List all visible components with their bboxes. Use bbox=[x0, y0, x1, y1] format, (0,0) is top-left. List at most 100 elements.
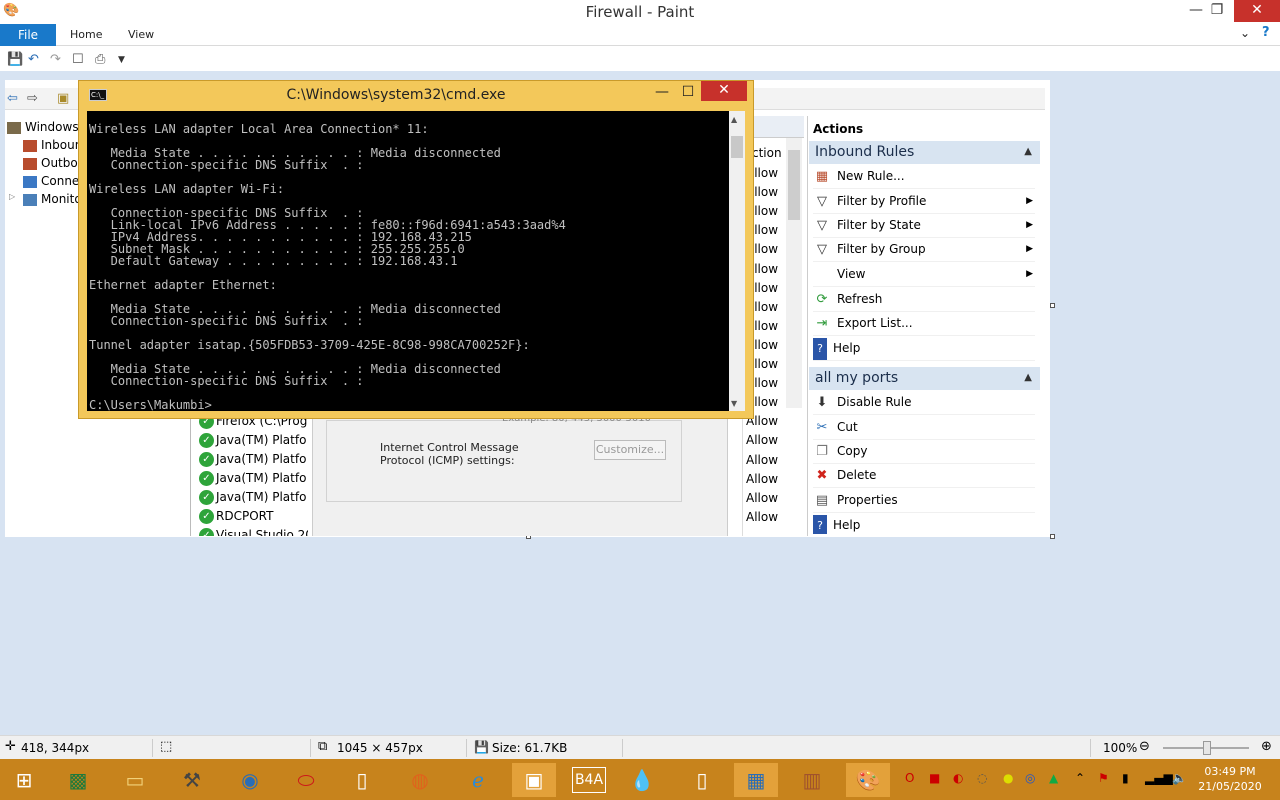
volume-icon[interactable]: 🔈 bbox=[1172, 771, 1187, 785]
submenu-arrow-icon: ▶ bbox=[1026, 244, 1033, 254]
ribbon-tab-bar: File Home View ⌄ ? bbox=[0, 24, 1280, 46]
tray-icon-1[interactable]: ■ bbox=[929, 771, 940, 785]
cmd-icon[interactable]: ▣ bbox=[512, 763, 556, 797]
action-export-list: ⇥ Export List... bbox=[813, 312, 1035, 336]
windows-start-icon[interactable]: ⊞ bbox=[2, 763, 46, 797]
rule-row: ✓ Visual Studio 20 bbox=[199, 528, 308, 536]
excel-icon[interactable]: ▩ bbox=[56, 763, 100, 797]
firefox-icon[interactable]: ◍ bbox=[398, 763, 442, 797]
action-allow-cell: Allow bbox=[746, 490, 779, 505]
selection-size-icon: ⬚ bbox=[160, 739, 173, 754]
tray-icon-5[interactable]: ◎ bbox=[1025, 771, 1035, 785]
cmd-window-title: C:\Windows\system32\cmd.exe bbox=[286, 87, 506, 103]
customize-qa-icon[interactable]: ▼ bbox=[118, 55, 125, 65]
cmd-window[interactable]: C:\_ C:\Windows\system32\cmd.exe — ☐ ✕ W… bbox=[78, 80, 754, 419]
tray-icon-2[interactable]: ◐ bbox=[953, 771, 963, 785]
filter-icon: ▽ bbox=[817, 242, 827, 257]
submenu-arrow-icon: ▶ bbox=[1026, 220, 1033, 230]
cmd-close-button[interactable]: ✕ bbox=[701, 81, 747, 101]
tablet-icon[interactable]: ▯ bbox=[680, 763, 724, 797]
firewall-icon bbox=[7, 121, 21, 134]
collapse-caret-icon: ▲ bbox=[1024, 372, 1032, 383]
tray-icon-4[interactable]: ● bbox=[1003, 771, 1013, 785]
rule-row: ✓ Java(TM) Platfo bbox=[199, 452, 306, 471]
disable-icon: ⬇ bbox=[816, 395, 828, 410]
cursor-position: 418, 344px bbox=[21, 741, 90, 755]
save-icon[interactable]: 💾 bbox=[7, 52, 23, 67]
internet-explorer-icon[interactable]: ℯ bbox=[456, 763, 500, 797]
enabled-check-icon: ✓ bbox=[199, 490, 214, 505]
filter-icon: ▽ bbox=[817, 218, 827, 233]
scroll-down-icon[interactable]: ▼ bbox=[731, 399, 737, 408]
cmd-maximize-button[interactable]: ☐ bbox=[675, 83, 701, 103]
ribbon-collapse-icon[interactable]: ⌄ bbox=[1240, 26, 1250, 40]
remote-desktop-icon[interactable]: ▦ bbox=[734, 763, 778, 797]
network-icon[interactable]: ▂▄▆ bbox=[1145, 771, 1173, 785]
file-size-icon: 💾 bbox=[474, 740, 489, 754]
tray-icon-3[interactable]: ◌ bbox=[977, 771, 987, 785]
paint-icon[interactable]: 🎨 bbox=[846, 763, 890, 797]
actions-header: Actions bbox=[813, 122, 864, 136]
show-hidden-icons[interactable]: ⌃ bbox=[1075, 771, 1085, 785]
action-view: View ▶ bbox=[813, 263, 1035, 287]
tree-item-connection-security: Conne bbox=[23, 174, 79, 188]
quick-access-toolbar: 💾 ↶ ↷ ☐ ⎙ ▼ bbox=[0, 47, 1280, 71]
file-explorer-icon[interactable]: ▭ bbox=[113, 763, 157, 797]
new-icon[interactable]: ☐ bbox=[72, 52, 84, 67]
rule-row: ✓ Java(TM) Platfo bbox=[199, 433, 306, 452]
action-filter-by-group: ▽ Filter by Group ▶ bbox=[813, 238, 1035, 262]
b4a-icon[interactable]: B4A bbox=[572, 767, 606, 793]
action-center-icon[interactable]: ⚑ bbox=[1098, 771, 1109, 785]
tray-icon-6[interactable]: ▲ bbox=[1049, 771, 1058, 785]
cmd-minimize-button[interactable]: — bbox=[649, 83, 675, 103]
firewall-icon[interactable]: ▥ bbox=[790, 763, 834, 797]
rule-row: ✓ Java(TM) Platfo bbox=[199, 490, 306, 509]
water-drop-icon[interactable]: 💧 bbox=[620, 763, 664, 797]
cmd-title-bar[interactable]: C:\_ C:\Windows\system32\cmd.exe — ☐ ✕ bbox=[79, 81, 753, 109]
undo-icon[interactable]: ↶ bbox=[28, 52, 39, 67]
cmd-scrollbar-thumb[interactable] bbox=[731, 136, 743, 158]
cursor-position-icon: ✛ bbox=[5, 739, 16, 754]
tab-home[interactable]: Home bbox=[70, 28, 102, 41]
battery-icon[interactable]: ▮ bbox=[1122, 771, 1129, 785]
chrome-icon[interactable]: ◉ bbox=[228, 763, 272, 797]
cmd-console[interactable]: Wireless LAN adapter Local Area Connecti… bbox=[87, 111, 729, 411]
clock-date: 21/05/2020 bbox=[1198, 780, 1262, 793]
tab-view[interactable]: View bbox=[128, 28, 154, 41]
zoom-slider-thumb[interactable] bbox=[1203, 741, 1211, 755]
action-help-2: ? Help bbox=[813, 514, 1035, 534]
icmp-settings-label: Internet Control Message Protocol (ICMP)… bbox=[380, 441, 519, 467]
action-delete: ✖ Delete bbox=[813, 464, 1035, 488]
submenu-arrow-icon: ▶ bbox=[1026, 269, 1033, 279]
window-title: Firewall - Paint bbox=[585, 3, 695, 21]
action-filter-by-profile: ▽ Filter by Profile ▶ bbox=[813, 190, 1035, 214]
help-icon[interactable]: ? bbox=[1262, 25, 1270, 40]
scroll-up-icon[interactable]: ▲ bbox=[731, 115, 737, 124]
resize-handle-right[interactable] bbox=[1050, 303, 1055, 308]
action-properties: ▤ Properties bbox=[813, 489, 1035, 513]
enabled-check-icon: ✓ bbox=[199, 452, 214, 467]
customize-button: Customize... bbox=[594, 440, 666, 460]
back-icon: ⇦ bbox=[7, 91, 18, 106]
opera-tray-icon[interactable]: O bbox=[905, 771, 914, 785]
tree-item-outbound: Outbou bbox=[23, 156, 85, 170]
document-icon[interactable]: ▯ bbox=[340, 763, 384, 797]
resize-handle-corner[interactable] bbox=[1050, 534, 1055, 539]
help-icon: ? bbox=[813, 515, 827, 534]
close-button[interactable]: ✕ bbox=[1234, 0, 1280, 22]
action-new-rule: ▦ New Rule... bbox=[813, 165, 1035, 189]
action-allow-cell: Allow bbox=[746, 452, 779, 467]
opera-icon[interactable]: ⬭ bbox=[284, 763, 328, 797]
copy-icon: ❐ bbox=[816, 444, 828, 459]
tab-file[interactable]: File bbox=[0, 24, 56, 46]
taskbar-clock[interactable]: 03:49 PM 21/05/2020 bbox=[1195, 764, 1265, 794]
maximize-button[interactable]: ❐ bbox=[1201, 0, 1233, 22]
rule-row: ✓ RDCPORT bbox=[199, 509, 273, 528]
print-icon[interactable]: ⎙ bbox=[95, 52, 105, 67]
zoom-out-button[interactable]: ⊖ bbox=[1139, 739, 1150, 754]
zoom-in-button[interactable]: ⊕ bbox=[1261, 739, 1272, 754]
action-allow-cell: Allow bbox=[746, 471, 779, 486]
tools-icon[interactable]: ⚒ bbox=[170, 763, 214, 797]
redo-icon[interactable]: ↷ bbox=[50, 52, 61, 67]
forward-icon: ⇨ bbox=[27, 91, 38, 106]
